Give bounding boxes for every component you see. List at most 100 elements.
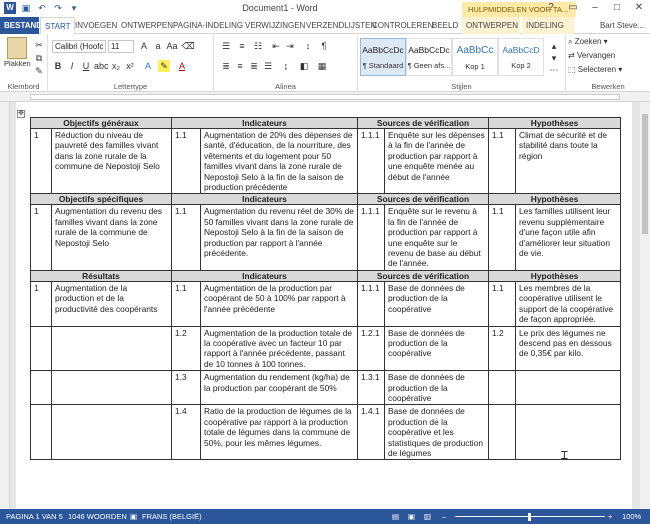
horizontal-ruler[interactable]: [0, 92, 650, 102]
word-count[interactable]: 1046 WOORDEN: [68, 509, 127, 524]
table-cell[interactable]: Augmentation de la production par coopér…: [200, 280, 358, 327]
tab-bestand[interactable]: BESTAND: [0, 17, 42, 34]
table-cell[interactable]: Climat de sécurité et de stabilité dans …: [515, 127, 622, 195]
table-cell[interactable]: Ratio de la production de légumes de la …: [200, 404, 358, 461]
clear-format-icon[interactable]: ⌫: [182, 40, 195, 52]
vertical-scrollbar[interactable]: [640, 102, 650, 510]
table-header-cell[interactable]: Sources de vérification: [356, 193, 490, 206]
zoom-slider-thumb[interactable]: [528, 513, 531, 521]
tab-verwijzingen[interactable]: VERWIJZINGEN: [241, 17, 309, 34]
table-cell[interactable]: 1: [30, 204, 52, 271]
table-cell[interactable]: 1.1.1: [357, 204, 385, 271]
minimize-icon[interactable]: –: [584, 0, 606, 16]
table-cell[interactable]: Base de données de production de la coop…: [383, 404, 490, 461]
web-layout-icon[interactable]: ▥: [424, 509, 431, 524]
table-cell[interactable]: Base de données de production de la coop…: [383, 280, 490, 327]
tab-pagina-indeling[interactable]: PAGINA-INDELING: [169, 17, 247, 34]
table-cell[interactable]: [51, 404, 172, 461]
table-header-cell[interactable]: Sources de vérification: [356, 117, 490, 129]
change-case-icon[interactable]: Aa: [166, 40, 178, 52]
table-cell[interactable]: 1.1: [171, 280, 201, 327]
user-account[interactable]: Bart Steve...: [600, 17, 644, 34]
language-status[interactable]: FRANS (BELGIË): [142, 509, 202, 524]
styles-scroll-down-icon[interactable]: ▾: [548, 52, 560, 64]
table-cell[interactable]: Enquête sur le revenu à la fin de l'anné…: [383, 204, 490, 271]
table-cell[interactable]: Base de données de production de la coop…: [383, 370, 490, 406]
table-cell[interactable]: Augmentation de la production totale de …: [200, 325, 358, 372]
tab-ontwerpen[interactable]: ONTWERPEN: [117, 17, 177, 34]
table-header-cell[interactable]: Indicateurs: [171, 193, 358, 206]
table-header-cell[interactable]: Hypothèses: [488, 269, 622, 282]
table-cell[interactable]: 1: [30, 127, 52, 195]
superscript-icon[interactable]: x²: [124, 60, 136, 72]
table-cell[interactable]: Augmentation de 20% des dépenses de sant…: [200, 127, 358, 195]
table-cell[interactable]: 1.1: [171, 204, 201, 271]
font-color-icon[interactable]: A: [176, 60, 188, 72]
borders-icon[interactable]: ▦: [316, 60, 328, 72]
table-header-cell[interactable]: Sources de vérification: [356, 269, 490, 282]
table-cell[interactable]: Les membres de la coopérative utilisent …: [515, 280, 622, 327]
bullets-icon[interactable]: ☰: [220, 40, 232, 52]
table-cell[interactable]: [488, 370, 517, 406]
style-geen-afstand[interactable]: AaBbCcDc ¶ Geen afs...: [406, 38, 452, 76]
table-header-cell[interactable]: Objectifs généraux: [30, 117, 172, 129]
close-icon[interactable]: ✕: [628, 0, 650, 16]
table-cell[interactable]: Enquête sur les dépenses à la fin de l'a…: [383, 127, 490, 195]
table-cell[interactable]: 1.1.1: [357, 280, 385, 327]
style-kop-2[interactable]: AaBbCcD Kop 2: [498, 38, 544, 76]
underline-icon[interactable]: U: [80, 60, 92, 72]
read-mode-icon[interactable]: ▤: [392, 509, 399, 524]
shrink-font-icon[interactable]: a: [152, 40, 164, 52]
table-cell[interactable]: 1: [30, 280, 52, 327]
align-center-icon[interactable]: ≡: [234, 60, 246, 72]
format-painter-icon[interactable]: ✎: [33, 65, 45, 77]
table-cell[interactable]: [30, 404, 52, 461]
table-header-cell[interactable]: Indicateurs: [171, 269, 358, 282]
sort-icon[interactable]: ↕: [302, 40, 314, 52]
select-button[interactable]: ⬚ Selecteren ▾: [568, 65, 622, 74]
tab-ontwerpen-table[interactable]: ONTWERPEN: [462, 17, 520, 34]
table-cell[interactable]: [488, 404, 517, 461]
numbering-icon[interactable]: ≡: [236, 40, 248, 52]
paste-button[interactable]: Plakken: [4, 37, 31, 68]
text-effects-icon[interactable]: A: [142, 60, 154, 72]
copy-icon[interactable]: ⧉: [33, 52, 45, 64]
cut-icon[interactable]: ✂: [33, 39, 45, 51]
table-cell[interactable]: 1.2.1: [357, 325, 385, 372]
table-cell[interactable]: 1.1: [488, 204, 517, 271]
scroll-thumb[interactable]: [642, 114, 648, 234]
decrease-indent-icon[interactable]: ⇤: [270, 40, 282, 52]
table-header-cell[interactable]: Indicateurs: [171, 117, 358, 129]
table-cell[interactable]: Réduction du niveau de pauvreté des fami…: [51, 127, 172, 195]
table-cell[interactable]: 1.1: [488, 280, 517, 327]
table-cell[interactable]: Les familles utilisent leur revenu suppl…: [515, 204, 622, 271]
help-icon[interactable]: ?: [540, 0, 562, 16]
font-size-combo[interactable]: 11: [108, 40, 134, 53]
page-count[interactable]: PAGINA 1 VAN 5: [6, 509, 63, 524]
grow-font-icon[interactable]: A: [138, 40, 150, 52]
bold-icon[interactable]: B: [52, 60, 64, 72]
increase-indent-icon[interactable]: ⇥: [284, 40, 296, 52]
table-cell[interactable]: Augmentation du revenu des familles viva…: [51, 204, 172, 271]
table-cell[interactable]: 1.2: [488, 325, 517, 372]
multilevel-list-icon[interactable]: ☷: [252, 40, 264, 52]
table-cell[interactable]: 1.3: [171, 370, 201, 406]
table-cell[interactable]: [51, 325, 172, 372]
tab-invoegen[interactable]: INVOEGEN: [71, 17, 121, 34]
table-cell[interactable]: 1.4: [171, 404, 201, 461]
zoom-level[interactable]: 100%: [622, 509, 641, 524]
replace-button[interactable]: ⇄ Vervangen: [568, 51, 615, 60]
zoom-in-icon[interactable]: +: [608, 509, 612, 524]
table-cell[interactable]: 1.1.1: [357, 127, 385, 195]
align-left-icon[interactable]: ≣: [220, 60, 232, 72]
table-cell[interactable]: 1.4.1: [357, 404, 385, 461]
table-cell[interactable]: Augmentation du revenu réel de 30% de 50…: [200, 204, 358, 271]
table-cell[interactable]: [30, 370, 52, 406]
style-kop-1[interactable]: AaBbCc Kop 1: [452, 38, 498, 76]
maximize-icon[interactable]: □: [606, 0, 628, 16]
table-cell[interactable]: Augmentation du rendement (kg/ha) de la …: [200, 370, 358, 406]
table-cell[interactable]: 1.2: [171, 325, 201, 372]
table-cell[interactable]: Base de données de production de la coop…: [383, 325, 490, 372]
show-marks-icon[interactable]: ¶: [318, 40, 330, 52]
logframe-table[interactable]: Objectifs généraux Indicateurs Sources de …: [30, 117, 622, 461]
